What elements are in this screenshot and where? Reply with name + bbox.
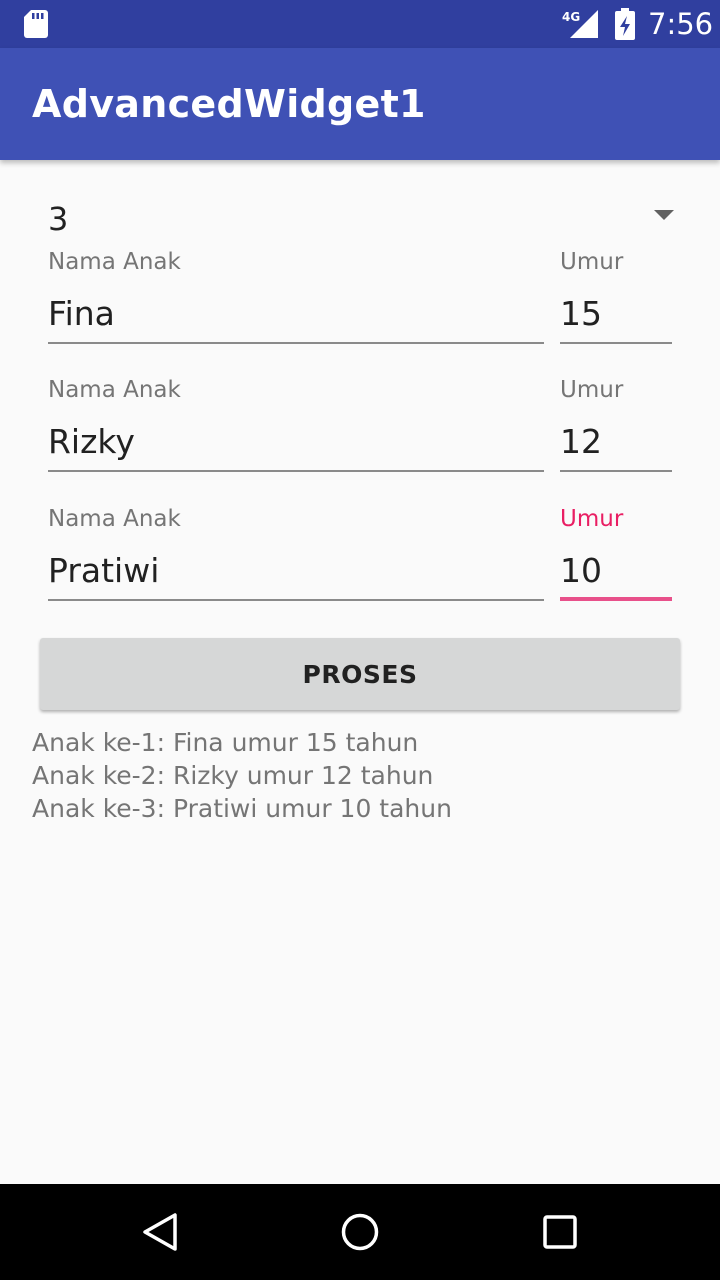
age-field-value: 12 <box>560 422 602 461</box>
name-field[interactable]: Fina <box>48 280 544 344</box>
status-bar: 4G 7:56 <box>0 0 720 48</box>
result-line: Anak ke-1: Fina umur 15 tahun <box>32 728 419 757</box>
name-field[interactable]: Pratiwi <box>48 537 544 601</box>
status-clock: 7:56 <box>648 7 714 41</box>
app-bar: AdvancedWidget1 <box>0 48 720 160</box>
spinner-selected-value: 3 <box>48 200 69 238</box>
home-icon[interactable] <box>336 1208 384 1256</box>
child-row-1: Nama Anak Fina Umur 15 <box>0 248 720 376</box>
dropdown-arrow-icon <box>654 210 674 220</box>
age-label-focused: Umur <box>560 506 624 532</box>
back-icon[interactable] <box>136 1208 184 1256</box>
proses-button[interactable]: PROSES <box>40 638 680 710</box>
child-row-3: Nama Anak Pratiwi Umur 10 <box>0 505 720 633</box>
name-label: Nama Anak <box>48 249 181 275</box>
age-label: Umur <box>560 249 624 275</box>
age-label: Umur <box>560 377 624 403</box>
network-type-label: 4G <box>562 10 580 24</box>
count-spinner[interactable]: 3 <box>32 190 688 246</box>
age-field-focused[interactable]: 10 <box>560 537 672 601</box>
age-field[interactable]: 12 <box>560 408 672 472</box>
signal-4g-icon: 4G <box>562 10 598 38</box>
app-title: AdvancedWidget1 <box>32 82 426 126</box>
age-field-value: 15 <box>560 294 602 333</box>
battery-charging-icon <box>615 8 635 40</box>
age-field-value: 10 <box>560 551 602 590</box>
result-line: Anak ke-3: Pratiwi umur 10 tahun <box>32 794 452 823</box>
name-label: Nama Anak <box>48 377 181 403</box>
result-text: Anak ke-1: Fina umur 15 tahun Anak ke-2:… <box>32 726 692 825</box>
child-row-2: Nama Anak Rizky Umur 12 <box>0 376 720 504</box>
sd-card-icon <box>24 10 48 38</box>
navigation-bar <box>0 1184 720 1280</box>
result-line: Anak ke-2: Rizky umur 12 tahun <box>32 761 434 790</box>
name-label: Nama Anak <box>48 506 181 532</box>
recents-icon[interactable] <box>536 1208 584 1256</box>
name-field-value: Rizky <box>48 422 135 461</box>
name-field-value: Pratiwi <box>48 551 160 590</box>
age-field[interactable]: 15 <box>560 280 672 344</box>
name-field-value: Fina <box>48 294 115 333</box>
name-field[interactable]: Rizky <box>48 408 544 472</box>
